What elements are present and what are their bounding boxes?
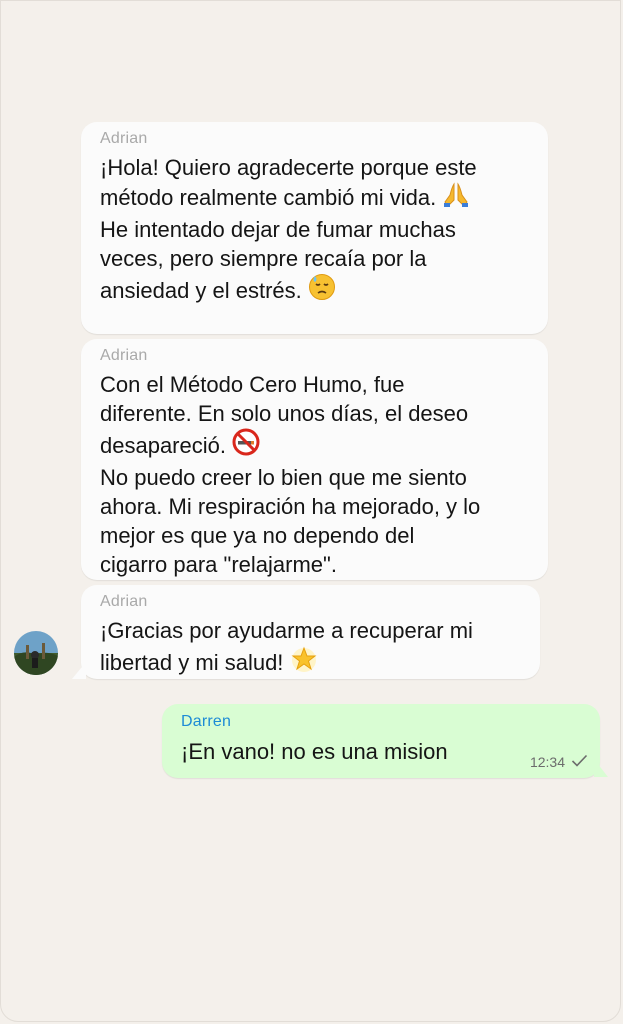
incoming-message-bubble[interactable]: Adrian ¡Hola! Quiero agradecerte porque …	[81, 122, 548, 334]
message-meta: 12:34	[530, 754, 588, 770]
message-sender-name: Adrian	[100, 593, 148, 610]
message-line: cigarro para "relajarme".	[100, 552, 337, 577]
outgoing-bubble-tail	[594, 759, 608, 777]
praying-hands-emoji	[442, 182, 470, 215]
message-text: ¡Hola! Quiero agradecerte porque este mé…	[100, 153, 534, 308]
message-time: 12:34	[529, 754, 565, 770]
message-sender-name: Adrian	[100, 130, 148, 147]
incoming-bubble-tail	[72, 662, 86, 679]
message-line: veces, pero siempre recaía por la	[100, 246, 427, 271]
message-line: He intentado dejar de fumar muchas	[100, 217, 456, 242]
single-check-icon	[571, 754, 588, 770]
message-line: libertad y mi salud!	[100, 650, 284, 675]
message-line: ahora. Mi respiración ha mejorado, y lo	[100, 494, 481, 519]
downcast-sweat-face-emoji	[308, 273, 336, 308]
message-line: mejor es que ya no dependo del	[100, 523, 415, 548]
glowing-star-emoji	[290, 645, 318, 680]
message-sender-name: Darren	[181, 713, 232, 730]
message-line: diferente. En solo unos días, el deseo	[100, 401, 469, 426]
message-text: Con el Método Cero Humo, fue diferente. …	[100, 370, 534, 579]
message-line: ansiedad y el estrés.	[100, 278, 302, 303]
message-sender-name: Adrian	[100, 347, 148, 364]
incoming-message-bubble[interactable]: Adrian ¡Gracias por ayudarme a recuperar…	[81, 585, 540, 679]
message-line: ¡Hola! Quiero agradecerte porque este	[100, 155, 477, 180]
message-line: método realmente cambió mi vida.	[100, 185, 437, 210]
message-line: ¡Gracias por ayudarme a recuperar mi	[100, 618, 473, 643]
incoming-message-bubble[interactable]: Adrian Con el Método Cero Humo, fue dife…	[81, 339, 548, 580]
message-text: ¡Gracias por ayudarme a recuperar mi lib…	[100, 616, 526, 680]
no-smoking-emoji	[232, 428, 260, 463]
message-line: desapareció.	[100, 433, 226, 458]
message-line: Con el Método Cero Humo, fue	[100, 372, 405, 397]
avatar[interactable]	[14, 631, 58, 675]
message-line: No puedo creer lo bien que me siento	[100, 465, 467, 490]
message-line: ¡En vano! no es una mision	[181, 739, 448, 764]
message-text: ¡En vano! no es una mision	[181, 737, 586, 766]
outgoing-message-bubble[interactable]: Darren ¡En vano! no es una mision 12:34	[162, 704, 600, 778]
